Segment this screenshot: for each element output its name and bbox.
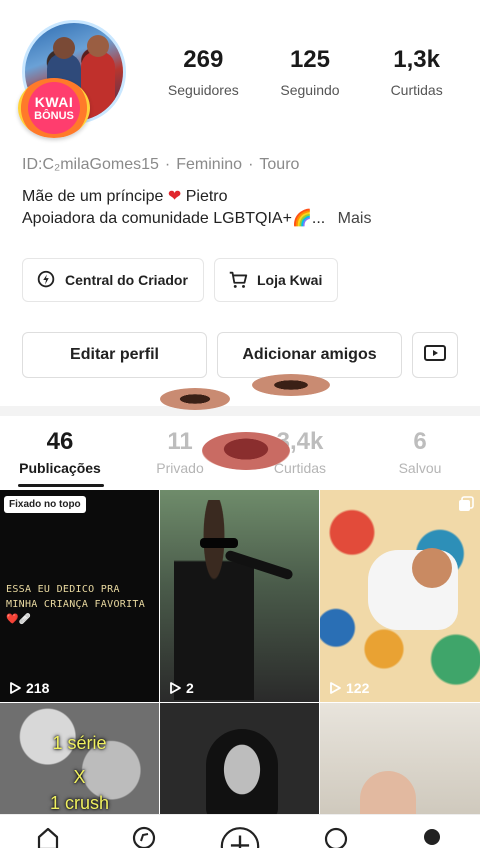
view-count-value: 122 [346,680,370,696]
separator: · [248,156,254,173]
stat-label: Seguidores [167,82,239,98]
home-icon[interactable] [28,825,68,848]
tab-label: Salvou [398,460,442,476]
profile-icon[interactable] [412,825,452,848]
post-thumbnail[interactable]: 1 série X 1 crush [0,703,159,815]
thumbnail-figure [360,771,416,815]
view-count: 2 [168,680,194,696]
create-icon[interactable] [220,825,260,848]
kwai-bonus-badge[interactable]: KWAI BÔNUS [18,78,90,138]
multi-photo-icon [458,496,474,517]
profile-stats: 269 Seguidores 125 Seguindo 1,3k Curtida… [150,46,470,98]
post-caption: ESSA EU DEDICO PRA MINHA CRIANÇA FAVORIT… [6,584,146,625]
separator: · [164,156,171,173]
kwai-shop-button[interactable]: Loja Kwai [214,258,338,302]
post-text: 1 crush [49,793,110,813]
play-icon [330,682,341,694]
avatar-figure [53,37,75,59]
section-divider [0,406,480,416]
video-button[interactable] [412,332,458,378]
bio-text: Mãe de um príncipe [22,188,164,205]
post-thumbnail[interactable]: Fixado no topo ESSA EU DEDICO PRA MINHA … [0,490,159,702]
post-thumbnail[interactable] [320,703,480,815]
tab-count: 6 [413,428,427,455]
post-thumbnail[interactable]: 122 [320,490,480,702]
zodiac-sign: Touro [259,156,300,173]
post-text: 1 série [52,733,107,753]
eye-sticker [252,374,330,396]
tab-saved[interactable]: 6 Salvou [360,428,480,476]
creator-center-label: Central do Criador [65,272,188,288]
edit-profile-button[interactable]: Editar perfil [22,332,207,378]
view-count: 122 [328,680,369,696]
post-thumbnail[interactable]: 2 [160,490,319,702]
stat-label: Seguindo [280,82,340,98]
creator-center-button[interactable]: Central do Criador [22,258,204,302]
shop-label: Loja Kwai [257,272,323,288]
tab-publications[interactable]: 46 Publicações [0,428,120,476]
posts-grid: Fixado no topo ESSA EU DEDICO PRA MINHA … [0,490,480,815]
stat-value: 1,3k [393,46,440,73]
post-text: X [73,767,86,787]
tab-label: Publicações [19,460,101,476]
cart-icon [227,269,249,291]
bio-line-1: Mãe de um príncipe ❤ Pietro [22,186,371,208]
video-icon [423,343,447,368]
stat-value: 269 [183,46,224,73]
play-icon [170,682,181,694]
badge-line2: BÔNUS [34,109,74,122]
gender: Feminino [176,156,243,173]
stat-following[interactable]: 125 Seguindo [260,46,360,98]
view-count-value: 218 [26,680,50,696]
stat-followers[interactable]: 269 Seguidores [153,46,253,98]
heart-icon: ❤ [167,188,182,205]
view-count-value: 2 [186,680,194,696]
pinned-label: Fixado no topo [4,496,86,513]
bio-text: Pietro [185,188,228,205]
tab-count: 46 [46,428,74,455]
user-id[interactable]: ID:C₂milaGomes15 [22,156,159,173]
stat-value: 125 [289,46,330,73]
bottom-navigation [0,814,480,848]
avatar-figure [87,35,109,57]
thumbnail-figure [206,729,278,815]
thumbnail-figure [174,500,254,700]
profile-id-line: ID:C₂milaGomes15 · Feminino · Touro [22,156,299,174]
post-thumbnail[interactable] [160,703,319,815]
thumbnail-figure [358,719,438,759]
badge-line1: KWAI [34,93,74,110]
eye-sticker [160,388,230,410]
bio-more-link[interactable]: Mais [338,210,372,227]
profile-bio: Mãe de um príncipe ❤ Pietro Apoiadora da… [22,186,371,230]
view-count: 218 [8,680,49,696]
thumbnail-figure [200,538,238,548]
bio-line-2: Apoiadora da comunidade LGBTQIA+🌈... Mai… [22,208,371,230]
mouth-sticker [202,432,290,470]
bio-text: Apoiadora da comunidade LGBTQIA+🌈... [22,210,326,227]
stat-likes[interactable]: 1,3k Curtidas [367,46,467,98]
messages-icon[interactable] [316,825,356,848]
add-friends-button[interactable]: Adicionar amigos [217,332,402,378]
stat-label: Curtidas [390,82,443,98]
discover-icon[interactable] [124,825,164,848]
play-icon [10,682,21,694]
thumbnail-figure [412,548,452,588]
profile-avatar-wrap[interactable]: KWAI BÔNUS [18,20,126,138]
lightbulb-icon [35,269,57,291]
active-tab-indicator [18,484,104,487]
